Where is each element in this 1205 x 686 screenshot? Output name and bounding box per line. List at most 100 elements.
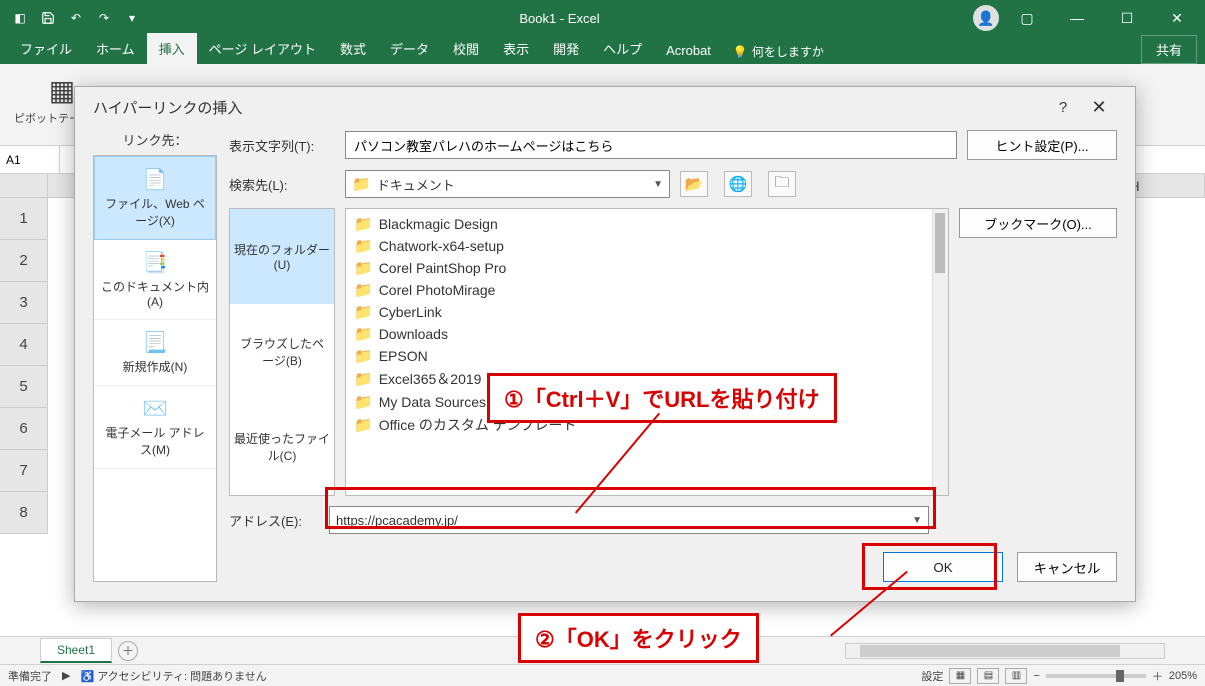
look-in-label: 検索先(L): (229, 175, 335, 194)
text-to-display-input[interactable] (345, 131, 957, 159)
browse-tabs: 現在のフォルダー(U) ブラウズしたページ(B) 最近使ったファイル(C) (229, 208, 335, 496)
name-box[interactable]: A1 (0, 146, 60, 173)
list-item[interactable]: 📁EPSON (354, 345, 940, 367)
email-icon: ✉️ (100, 396, 210, 421)
tab-acrobat[interactable]: Acrobat (654, 37, 723, 64)
dialog-main-column: 表示文字列(T): ヒント設定(P)... 検索先(L): 📁 ドキュメント ▼… (229, 130, 1117, 582)
dialog-title: ハイパーリンクの挿入 (93, 97, 1045, 118)
row-header[interactable]: 8 (0, 492, 48, 534)
scrollbar-thumb[interactable] (935, 213, 945, 273)
browse-web-icon[interactable]: 🌐 (724, 171, 752, 197)
close-icon[interactable]: ✕ (1155, 0, 1199, 36)
tab-insert[interactable]: 挿入 (147, 33, 197, 64)
select-all-corner[interactable] (0, 174, 48, 197)
save-icon[interactable] (36, 6, 60, 30)
dialog-bottom-buttons: OK キャンセル (229, 552, 1117, 582)
tab-page-layout[interactable]: ページ レイアウト (197, 33, 328, 64)
tab-data[interactable]: データ (378, 33, 441, 64)
row-header[interactable]: 7 (0, 450, 48, 492)
accessibility-icon: ♿ (80, 671, 94, 683)
add-sheet-button[interactable]: ＋ (118, 641, 138, 661)
tab-formulas[interactable]: 数式 (328, 33, 378, 64)
view-page-layout-icon[interactable]: ▤ (977, 668, 999, 684)
accessibility-status[interactable]: ♿ アクセシビリティ: 問題ありません (80, 668, 266, 684)
view-page-break-icon[interactable]: ▥ (1005, 668, 1027, 684)
dialog-close-icon[interactable]: ✕ (1081, 97, 1117, 118)
link-opt-file-web[interactable]: 📄 ファイル、Web ページ(X) (94, 156, 216, 240)
folder-icon: 📁 (354, 416, 373, 434)
autosave-toggle[interactable]: ◧ (8, 6, 32, 30)
ok-button[interactable]: OK (883, 552, 1003, 582)
screentip-button[interactable]: ヒント設定(P)... (967, 130, 1117, 160)
tab-help[interactable]: ヘルプ (591, 33, 654, 64)
link-opt-new-doc[interactable]: 📃 新規作成(N) (94, 320, 216, 386)
list-item[interactable]: 📁Chatwork-x64-setup (354, 235, 940, 257)
text-to-display-row: 表示文字列(T): ヒント設定(P)... (229, 130, 1117, 160)
row-header[interactable]: 6 (0, 408, 48, 450)
cancel-button[interactable]: キャンセル (1017, 552, 1117, 582)
display-settings[interactable]: 設定 (921, 668, 943, 684)
look-in-dropdown[interactable]: 📁 ドキュメント ▼ (345, 170, 670, 198)
zoom-level[interactable]: 205% (1169, 670, 1197, 682)
zoom-slider-thumb[interactable] (1116, 670, 1124, 682)
folder-icon: 📁 (354, 281, 373, 299)
up-one-level-icon[interactable]: 📂 (680, 171, 708, 197)
status-bar: 準備完了 ▶ ♿ アクセシビリティ: 問題ありません 設定 ▦ ▤ ▥ − ＋ … (0, 664, 1205, 686)
tell-me-search[interactable]: 💡 何をしますか (723, 39, 834, 64)
dialog-help-icon[interactable]: ? (1045, 99, 1081, 116)
list-item[interactable]: 📁CyberLink (354, 301, 940, 323)
list-item[interactable]: 📁Corel PaintShop Pro (354, 257, 940, 279)
zoom-slider[interactable] (1046, 674, 1146, 678)
folder-icon: 📁 (352, 175, 371, 193)
address-value: https://pcacademy.jp/ (336, 513, 906, 528)
maximize-icon[interactable]: ☐ (1105, 0, 1149, 36)
browse-tab-current-folder[interactable]: 現在のフォルダー(U) (230, 209, 334, 304)
row-header[interactable]: 3 (0, 282, 48, 324)
tell-me-placeholder: 何をしますか (752, 43, 824, 60)
ribbon-display-options-icon[interactable]: ▢ (1005, 0, 1049, 36)
list-item[interactable]: 📁Corel PhotoMirage (354, 279, 940, 301)
hscroll-thumb[interactable] (860, 645, 1120, 657)
address-combo[interactable]: https://pcacademy.jp/ ▼ (329, 506, 929, 534)
list-item[interactable]: 📁My Data Sources (354, 391, 940, 413)
chevron-down-icon: ▼ (912, 515, 922, 526)
user-avatar[interactable]: 👤 (973, 5, 999, 31)
row-header[interactable]: 4 (0, 324, 48, 366)
look-in-buttons: 📂 🌐 🗀 (680, 171, 796, 197)
minimize-icon[interactable]: — (1055, 0, 1099, 36)
tab-view[interactable]: 表示 (491, 33, 541, 64)
sheet-tab-sheet1[interactable]: Sheet1 (40, 638, 112, 663)
list-item[interactable]: 📁Blackmagic Design (354, 213, 940, 235)
zoom-out-icon[interactable]: − (1033, 670, 1039, 682)
list-item[interactable]: 📁Excel365＆2019 (354, 367, 940, 391)
tab-developer[interactable]: 開発 (541, 33, 591, 64)
tab-home[interactable]: ホーム (84, 33, 147, 64)
link-opt-email[interactable]: ✉️ 電子メール アドレス(M) (94, 386, 216, 469)
horizontal-scrollbar[interactable] (845, 643, 1165, 659)
file-list-scrollbar[interactable] (932, 209, 948, 495)
row-header[interactable]: 1 (0, 198, 48, 240)
tab-review[interactable]: 校閲 (441, 33, 491, 64)
ribbon-tabs: ファイル ホーム 挿入 ページ レイアウト 数式 データ 校閲 表示 開発 ヘル… (0, 36, 1205, 64)
row-header[interactable]: 5 (0, 366, 48, 408)
share-button[interactable]: 共有 (1141, 35, 1197, 64)
redo-icon[interactable]: ↷ (92, 6, 116, 30)
browse-tab-recent-files[interactable]: 最近使ったファイル(C) (230, 400, 334, 495)
list-item[interactable]: 📁Downloads (354, 323, 940, 345)
file-list[interactable]: 📁Blackmagic Design 📁Chatwork-x64-setup 📁… (345, 208, 949, 496)
list-item[interactable]: 📁Office のカスタム テンプレート (354, 413, 940, 437)
zoom-in-icon[interactable]: ＋ (1152, 668, 1163, 684)
undo-icon[interactable]: ↶ (64, 6, 88, 30)
qat-more-icon[interactable]: ▾ (120, 6, 144, 30)
tab-file[interactable]: ファイル (8, 33, 84, 64)
view-normal-icon[interactable]: ▦ (949, 668, 971, 684)
address-label: アドレス(E): (229, 511, 319, 530)
link-opt-this-doc[interactable]: 📑 このドキュメント内(A) (94, 240, 216, 320)
row-header[interactable]: 2 (0, 240, 48, 282)
macro-record-icon[interactable]: ▶ (62, 669, 70, 682)
bookmark-button[interactable]: ブックマーク(O)... (959, 208, 1117, 238)
browse-file-icon[interactable]: 🗀 (768, 171, 796, 197)
status-ready: 準備完了 (8, 668, 52, 684)
browse-tab-browsed-pages[interactable]: ブラウズしたページ(B) (230, 304, 334, 399)
folder-icon: 📁 (354, 347, 373, 365)
